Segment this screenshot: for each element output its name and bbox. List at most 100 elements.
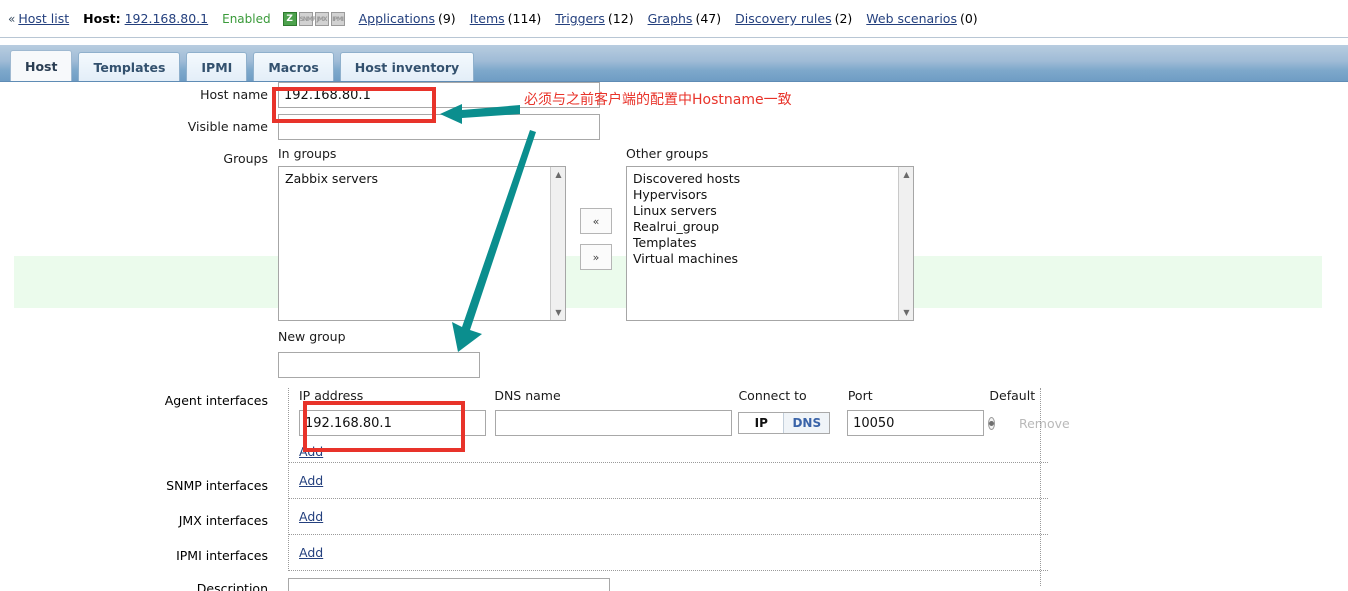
nav-discovery-rules[interactable]: Discovery rules (2)	[735, 11, 852, 26]
description-row	[288, 578, 610, 591]
nav-web-scenarios[interactable]: Web scenarios (0)	[866, 11, 977, 26]
jmx-interfaces-label: JMX interfaces	[178, 513, 268, 528]
scroll-up-icon[interactable]: ▲	[899, 167, 913, 182]
description-input[interactable]	[288, 578, 610, 591]
tab-host[interactable]: Host	[10, 50, 73, 81]
move-left-button[interactable]: «	[580, 208, 612, 234]
connect-to-ip-option[interactable]: IP	[739, 413, 784, 433]
new-group-row: New group	[0, 329, 1348, 378]
status-badge: Enabled	[222, 11, 271, 26]
zbx-availability-icon[interactable]: Z	[282, 11, 297, 26]
agent-dns-name-input[interactable]	[495, 410, 733, 436]
in-groups-scrollbar[interactable]: ▲ ▼	[550, 167, 565, 320]
tab-ipmi[interactable]: IPMI	[186, 52, 248, 81]
scroll-down-icon[interactable]: ▼	[551, 305, 565, 320]
in-groups-title: In groups	[278, 146, 337, 161]
zabbix-host-configuration-page: « Host list Host: 192.168.80.1 Enabled Z…	[0, 0, 1348, 591]
host-list-link[interactable]: Host list	[18, 11, 69, 26]
tab-templates[interactable]: Templates	[78, 52, 181, 81]
breadcrumb-bar: « Host list Host: 192.168.80.1 Enabled Z…	[0, 0, 1348, 38]
other-groups-items: Discovered hosts Hypervisors Linux serve…	[627, 167, 913, 271]
list-item[interactable]: Linux servers	[633, 203, 907, 219]
other-groups-title: Other groups	[626, 146, 709, 161]
scroll-up-icon[interactable]: ▲	[551, 167, 565, 182]
nav-graphs-count: (47)	[695, 11, 722, 26]
visible-name-label: Visible name	[187, 119, 268, 134]
host-form: Host name Visible name Groups In groups	[0, 82, 1348, 378]
snmp-add-row: Add	[289, 463, 1048, 498]
breadcrumb: « Host list	[8, 11, 69, 26]
chevron-left-icon: «	[8, 11, 16, 26]
add-jmx-interface-link[interactable]: Add	[299, 509, 323, 524]
snmp-availability-icon[interactable]: SNMP	[298, 11, 316, 26]
list-item[interactable]: Templates	[633, 235, 907, 251]
host-identifier: Host: 192.168.80.1	[83, 11, 208, 26]
nav-discovery-rules-label[interactable]: Discovery rules	[735, 11, 831, 26]
add-agent-interface-link[interactable]: Add	[299, 444, 323, 459]
ipmi-add-row: Add	[289, 535, 1048, 570]
connect-to-dns-option[interactable]: DNS	[783, 413, 830, 433]
agent-add-row: Add	[289, 440, 1048, 462]
nav-web-scenarios-count: (0)	[959, 11, 978, 26]
in-groups-listbox[interactable]: Zabbix servers ▲ ▼	[278, 166, 566, 321]
agent-interfaces-label-cell: Agent interfaces	[0, 393, 278, 408]
host-name-label: Host name	[200, 87, 268, 102]
connect-to-header: Connect to	[738, 388, 807, 403]
jmx-availability-icon[interactable]: JMX	[314, 11, 329, 26]
nav-applications-count: (9)	[437, 11, 456, 26]
nav-web-scenarios-label[interactable]: Web scenarios	[866, 11, 957, 26]
tab-macros[interactable]: Macros	[253, 52, 334, 81]
nav-applications-label[interactable]: Applications	[359, 11, 435, 26]
nav-items-count: (114)	[507, 11, 542, 26]
visible-name-row: Visible name	[0, 114, 1348, 142]
default-interface-radio[interactable]	[987, 416, 995, 430]
interfaces-table: IP address DNS name Connect to Port Defa…	[288, 388, 1070, 571]
tab-host-inventory[interactable]: Host inventory	[339, 52, 475, 81]
nav-triggers[interactable]: Triggers (12)	[555, 11, 633, 26]
agent-ip-address-input[interactable]	[299, 410, 486, 436]
in-groups-items: Zabbix servers	[279, 167, 565, 191]
remove-interface-link[interactable]: Remove	[1019, 416, 1070, 431]
connect-to-toggle[interactable]: IP DNS	[738, 412, 831, 434]
list-item[interactable]: Zabbix servers	[285, 171, 559, 187]
other-groups-scrollbar[interactable]: ▲ ▼	[898, 167, 913, 320]
nav-triggers-count: (12)	[607, 11, 634, 26]
add-snmp-interface-link[interactable]: Add	[299, 473, 323, 488]
nav-graphs[interactable]: Graphs (47)	[648, 11, 722, 26]
interfaces-table-right-divider	[1040, 388, 1041, 586]
visible-name-input[interactable]	[278, 114, 600, 140]
move-right-button[interactable]: »	[580, 244, 612, 270]
scroll-down-icon[interactable]: ▼	[899, 305, 913, 320]
list-item[interactable]: Virtual machines	[633, 251, 907, 267]
ipmi-interface-row: Add	[289, 535, 1048, 571]
add-ipmi-interface-link[interactable]: Add	[299, 545, 323, 560]
agent-interface-row: IP address DNS name Connect to Port Defa…	[289, 388, 1070, 463]
nav-triggers-label[interactable]: Triggers	[555, 11, 605, 26]
nav-applications[interactable]: Applications (9)	[359, 11, 456, 26]
jmx-interface-row: Add	[289, 499, 1048, 535]
list-item[interactable]: Realrui_group	[633, 219, 907, 235]
interface-column-headers: IP address DNS name Connect to Port Defa…	[289, 388, 1048, 406]
agent-port-input[interactable]	[847, 410, 985, 436]
snmp-interfaces-label-cell: SNMP interfaces	[0, 478, 278, 493]
annotation-note: 必须与之前客户端的配置中Hostname一致	[524, 92, 792, 108]
new-group-input[interactable]	[278, 352, 480, 378]
new-group-spacer	[0, 329, 278, 334]
availability-icons: Z SNMP JMX IPMI	[282, 11, 345, 26]
list-item[interactable]: Discovered hosts	[633, 171, 907, 187]
description-label-cell: Description	[0, 581, 278, 591]
list-item[interactable]: Hypervisors	[633, 187, 907, 203]
host-name-link[interactable]: 192.168.80.1	[125, 11, 209, 26]
other-groups-listbox[interactable]: Discovered hosts Hypervisors Linux serve…	[626, 166, 914, 321]
agent-interfaces-label: Agent interfaces	[164, 393, 268, 408]
nav-items-label[interactable]: Items	[470, 11, 505, 26]
nav-items[interactable]: Items (114)	[470, 11, 542, 26]
ipmi-interfaces-label: IPMI interfaces	[176, 548, 268, 563]
groups-row: Groups In groups Zabbix servers ▲ ▼ « » …	[0, 146, 1348, 321]
other-groups-column: Other groups Discovered hosts Hypervisor…	[626, 146, 914, 321]
nav-graphs-label[interactable]: Graphs	[648, 11, 693, 26]
ipmi-availability-icon[interactable]: IPMI	[330, 11, 345, 26]
group-transfer-buttons: « »	[580, 146, 612, 270]
nav-discovery-rules-count: (2)	[834, 11, 853, 26]
jmx-interfaces-label-cell: JMX interfaces	[0, 513, 278, 528]
